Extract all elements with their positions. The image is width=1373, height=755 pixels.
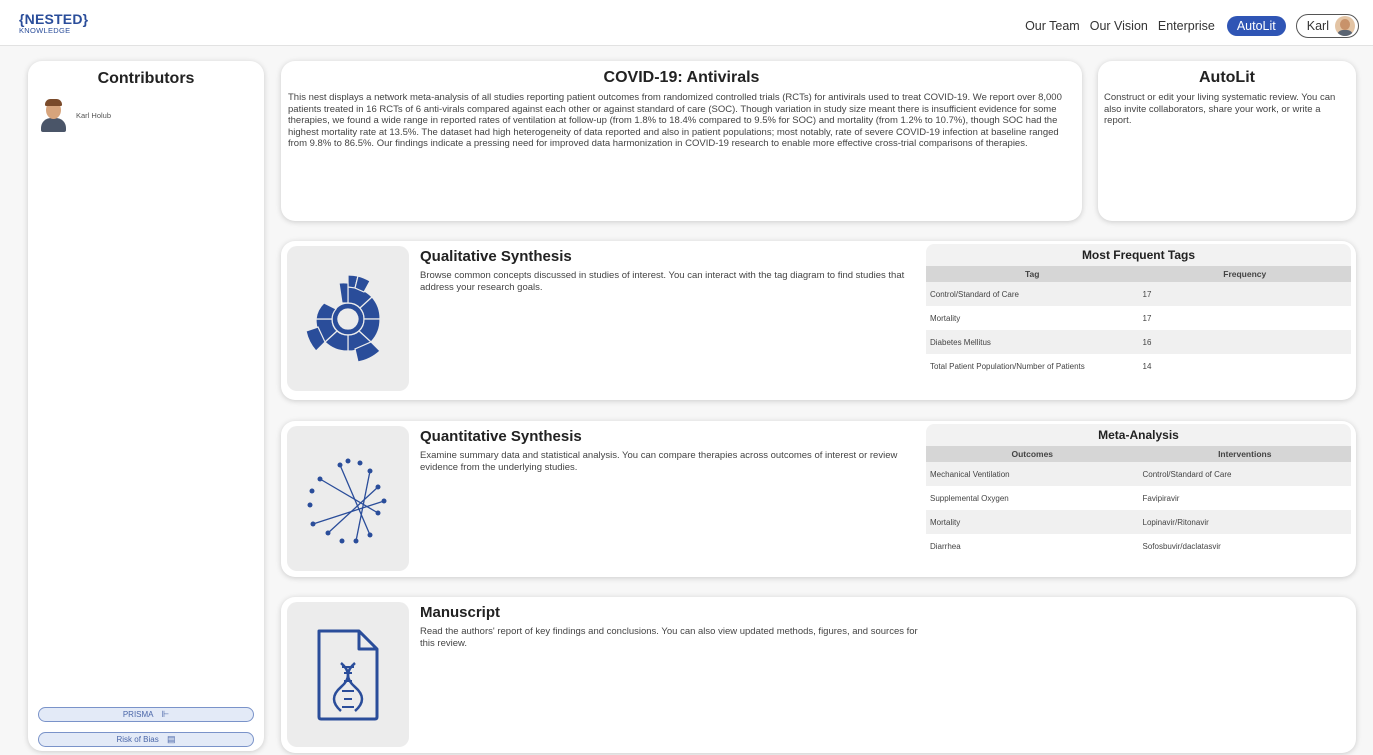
qualitative-synthesis-card[interactable]: Qualitative Synthesis Browse common conc… xyxy=(281,241,1356,400)
frequency-cell: 17 xyxy=(1138,282,1351,306)
tag-cell: Control/Standard of Care xyxy=(926,282,1139,306)
nest-title: COVID-19: Antivirals xyxy=(603,69,760,86)
intervention-cell: Sofosbuvir/daclatasvir xyxy=(1138,534,1351,558)
table-row[interactable]: Mortality 17 xyxy=(926,306,1351,330)
contributors-title: Contributors xyxy=(97,70,195,87)
user-name: Karl xyxy=(1306,19,1329,33)
outcome-cell: Supplemental Oxygen xyxy=(926,486,1139,510)
qualitative-icon-box xyxy=(287,246,409,391)
meta-analysis-table-title: Meta-Analysis xyxy=(926,424,1351,446)
qualitative-title: Qualitative Synthesis xyxy=(420,248,572,265)
flowchart-icon: ⊩ xyxy=(161,709,170,719)
tag-cell: Diabetes Mellitus xyxy=(926,330,1139,354)
nest-description-card: COVID-19: Antivirals This nest displays … xyxy=(281,61,1082,221)
nav-our-team[interactable]: Our Team xyxy=(1025,19,1080,33)
autolit-description: Construct or edit your living systematic… xyxy=(1104,92,1336,127)
user-menu-button[interactable]: Karl xyxy=(1295,14,1359,38)
intervention-cell: Favipiravir xyxy=(1138,486,1351,510)
user-avatar xyxy=(1335,16,1355,36)
frequency-cell: 16 xyxy=(1138,330,1351,354)
table-row[interactable]: Diabetes Mellitus 16 xyxy=(926,330,1351,354)
risk-of-bias-button[interactable]: Risk of Bias ▤ xyxy=(38,732,254,747)
outcome-cell: Mechanical Ventilation xyxy=(926,462,1139,486)
tag-cell: Mortality xyxy=(926,306,1139,330)
intervention-cell: Control/Standard of Care xyxy=(1138,462,1351,486)
top-navbar: {NESTED} KNOWLEDGE Our Team Our Vision E… xyxy=(0,0,1373,46)
table-row[interactable]: Total Patient Population/Number of Patie… xyxy=(926,354,1351,378)
manuscript-card[interactable]: Manuscript Read the authors' report of k… xyxy=(281,597,1356,753)
manuscript-description: Read the authors' report of key findings… xyxy=(420,626,918,649)
logo-wordmark: {NESTED} xyxy=(19,11,89,27)
nav-links: Our Team Our Vision Enterprise AutoLit K… xyxy=(1025,13,1373,39)
risk-of-bias-label: Risk of Bias xyxy=(116,735,159,744)
autolit-button[interactable]: AutoLit xyxy=(1226,16,1286,36)
table-row[interactable]: Control/Standard of Care 17 xyxy=(926,282,1351,306)
contributors-panel: Contributors Karl Holub PRISMA ⊩ Risk of… xyxy=(28,61,264,751)
logo-subtitle: KNOWLEDGE xyxy=(19,26,71,35)
quantitative-synthesis-card[interactable]: Quantitative Synthesis Examine summary d… xyxy=(281,421,1356,577)
interventions-column-header: Interventions xyxy=(1138,446,1351,462)
most-frequent-tags-table: Most Frequent Tags Tag Frequency Control… xyxy=(926,244,1351,392)
nested-knowledge-logo[interactable]: {NESTED} KNOWLEDGE xyxy=(19,12,88,35)
qualitative-description: Browse common concepts discussed in stud… xyxy=(420,270,905,293)
outcome-cell: Diarrhea xyxy=(926,534,1139,558)
contributor-item[interactable]: Karl Holub xyxy=(40,98,111,132)
frequency-column-header: Frequency xyxy=(1138,266,1351,282)
tags-table-title: Most Frequent Tags xyxy=(926,244,1351,266)
manuscript-title: Manuscript xyxy=(420,604,501,621)
outcome-cell: Mortality xyxy=(926,510,1139,534)
table-row[interactable]: Supplemental Oxygen Favipiravir xyxy=(926,486,1351,510)
manuscript-icon-box xyxy=(287,602,409,747)
frequency-cell: 17 xyxy=(1138,306,1351,330)
nav-enterprise[interactable]: Enterprise xyxy=(1158,19,1215,33)
autolit-card[interactable]: AutoLit Construct or edit your living sy… xyxy=(1098,61,1356,221)
autolit-title: AutoLit xyxy=(1199,69,1255,86)
nav-our-vision[interactable]: Our Vision xyxy=(1090,19,1148,33)
contributor-avatar xyxy=(40,98,67,132)
clipboard-icon: ▤ xyxy=(166,734,176,744)
quantitative-icon-box xyxy=(287,426,409,571)
intervention-cell: Lopinavir/Ritonavir xyxy=(1138,510,1351,534)
quantitative-description: Examine summary data and statistical ana… xyxy=(420,450,898,473)
prisma-button[interactable]: PRISMA ⊩ xyxy=(38,707,254,722)
contributor-name: Karl Holub xyxy=(76,110,112,120)
dna-document-icon xyxy=(317,629,379,720)
tag-cell: Total Patient Population/Number of Patie… xyxy=(926,354,1139,378)
meta-analysis-table: Meta-Analysis Outcomes Interventions Mec… xyxy=(926,424,1351,572)
sunburst-chart-icon xyxy=(305,273,381,363)
tag-column-header: Tag xyxy=(926,266,1139,282)
network-graph-icon xyxy=(307,458,387,543)
table-row[interactable]: Mechanical Ventilation Control/Standard … xyxy=(926,462,1351,486)
frequency-cell: 14 xyxy=(1138,354,1351,378)
table-row[interactable]: Diarrhea Sofosbuvir/daclatasvir xyxy=(926,534,1351,558)
prisma-label: PRISMA xyxy=(122,710,154,719)
table-row[interactable]: Mortality Lopinavir/Ritonavir xyxy=(926,510,1351,534)
outcomes-column-header: Outcomes xyxy=(926,446,1139,462)
quantitative-title: Quantitative Synthesis xyxy=(420,428,582,445)
nest-description: This nest displays a network meta-analys… xyxy=(288,92,1062,150)
